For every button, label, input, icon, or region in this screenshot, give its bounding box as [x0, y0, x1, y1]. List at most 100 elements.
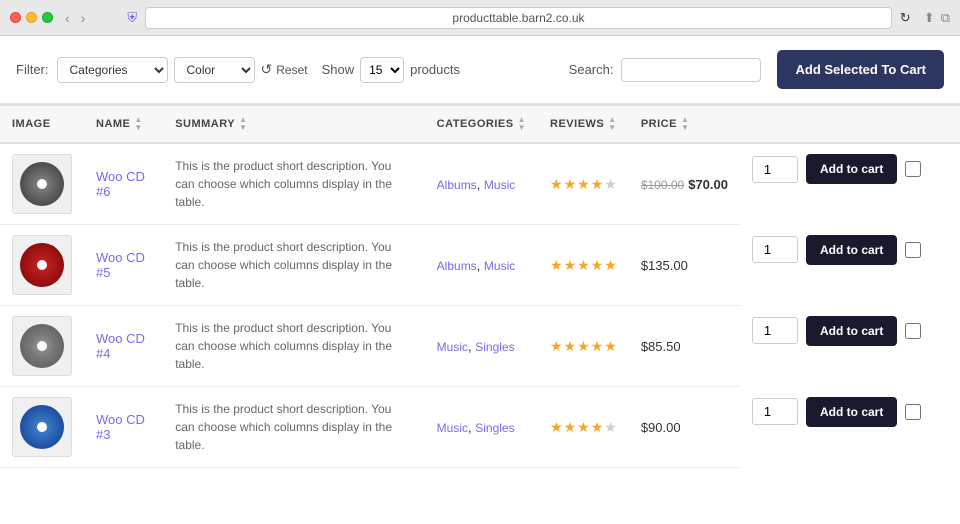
product-price: $135.00 [641, 258, 728, 273]
add-selected-to-cart-button[interactable]: Add Selected To Cart [777, 50, 944, 89]
star-filled: ★ [591, 419, 604, 436]
star-rating: ★★★★★ [550, 338, 617, 355]
category-link[interactable]: Singles [475, 340, 514, 354]
reset-button[interactable]: Reset [261, 61, 308, 78]
product-image-cell [0, 387, 84, 468]
star-filled: ★ [550, 419, 563, 436]
name-col-label: NAME ▲▼ [96, 116, 143, 132]
category-link[interactable]: Singles [475, 421, 514, 435]
add-to-cart-button[interactable]: Add to cart [806, 154, 897, 184]
product-name-link[interactable]: Woo CD #6 [96, 169, 145, 199]
address-bar[interactable]: producttable.barn2.co.uk [145, 7, 892, 29]
reload-icon[interactable]: ↻ [900, 10, 916, 26]
add-to-cart-button[interactable]: Add to cart [806, 397, 897, 427]
product-name-link[interactable]: Woo CD #3 [96, 412, 145, 442]
maximize-button[interactable] [42, 12, 53, 23]
row-select-checkbox[interactable] [905, 323, 921, 339]
product-image [12, 154, 72, 214]
product-price-cell: $100.00$70.00 [629, 143, 740, 225]
minimize-button[interactable] [26, 12, 37, 23]
product-categories-cell: Music, Singles [425, 306, 538, 387]
row-select-checkbox[interactable] [905, 161, 921, 177]
product-summary-cell: This is the product short description. Y… [163, 225, 424, 306]
star-filled: ★ [564, 338, 577, 355]
add-to-cart-button[interactable]: Add to cart [806, 235, 897, 265]
product-name-link[interactable]: Woo CD #5 [96, 250, 145, 280]
star-filled: ★ [564, 257, 577, 274]
category-link[interactable]: Albums [437, 259, 477, 273]
col-summary[interactable]: SUMMARY ▲▼ [163, 105, 424, 143]
product-summary-cell: This is the product short description. Y… [163, 143, 424, 225]
category-link[interactable]: Music [484, 259, 515, 273]
row-select-checkbox[interactable] [905, 404, 921, 420]
categories-filter-select[interactable]: Categories [57, 57, 168, 83]
products-label: products [410, 62, 460, 77]
table-body: Woo CD #6 This is the product short descr… [0, 143, 960, 468]
table-row: Woo CD #6 This is the product short descr… [0, 143, 960, 225]
col-price[interactable]: PRICE ▲▼ [629, 105, 740, 143]
price-sale: $70.00 [688, 177, 728, 192]
product-summary-cell: This is the product short description. Y… [163, 306, 424, 387]
star-filled: ★ [564, 419, 577, 436]
star-empty: ★ [604, 176, 617, 193]
col-action [740, 105, 960, 143]
name-sort-arrows: ▲▼ [134, 116, 142, 132]
product-actions-cell: Add to cart [740, 306, 960, 356]
cd-icon [20, 243, 64, 287]
product-image-cell [0, 306, 84, 387]
quantity-input[interactable] [752, 398, 798, 425]
search-input[interactable] [621, 58, 761, 82]
quantity-input[interactable] [752, 236, 798, 263]
product-name-cell: Woo CD #6 [84, 143, 163, 225]
close-button[interactable] [10, 12, 21, 23]
cd-icon [20, 162, 64, 206]
cd-icon [20, 324, 64, 368]
quantity-input[interactable] [752, 156, 798, 183]
star-filled: ★ [591, 338, 604, 355]
price-sort-arrows: ▲▼ [681, 116, 689, 132]
product-price: $100.00$70.00 [641, 177, 728, 192]
table-row: Woo CD #5 This is the product short descr… [0, 225, 960, 306]
product-summary: This is the product short description. Y… [175, 238, 412, 292]
share-icon[interactable]: ⬆ [924, 10, 935, 26]
star-filled: ★ [577, 176, 590, 193]
product-name-cell: Woo CD #5 [84, 225, 163, 306]
category-link[interactable]: Music [437, 340, 468, 354]
product-reviews-cell: ★★★★★ [538, 306, 629, 387]
add-to-cart-button[interactable]: Add to cart [806, 316, 897, 346]
forward-button[interactable]: › [77, 8, 90, 28]
page-content: Filter: Categories Color Reset Show 15 p… [0, 36, 960, 524]
product-image [12, 397, 72, 457]
product-price: $85.50 [641, 339, 728, 354]
category-link[interactable]: Music [484, 178, 515, 192]
summary-sort-arrows: ▲▼ [239, 116, 247, 132]
product-reviews-cell: ★★★★★ [538, 225, 629, 306]
col-name[interactable]: NAME ▲▼ [84, 105, 163, 143]
star-rating: ★★★★★ [550, 257, 617, 274]
star-filled: ★ [604, 257, 617, 274]
product-image [12, 235, 72, 295]
row-select-checkbox[interactable] [905, 242, 921, 258]
product-actions-cell: Add to cart [740, 387, 960, 437]
col-reviews[interactable]: REVIEWS ▲▼ [538, 105, 629, 143]
product-table: IMAGE NAME ▲▼ SUMMARY ▲▼ CATEGO [0, 104, 960, 468]
shield-icon: ⛨ [127, 10, 137, 26]
star-filled: ★ [577, 257, 590, 274]
quantity-input[interactable] [752, 317, 798, 344]
product-image-cell [0, 225, 84, 306]
color-filter-select[interactable]: Color [174, 57, 255, 83]
col-categories[interactable]: CATEGORIES ▲▼ [425, 105, 538, 143]
show-count-select[interactable]: 15 [360, 57, 404, 83]
price-col-label: PRICE ▲▼ [641, 116, 690, 132]
col-image: IMAGE [0, 105, 84, 143]
back-button[interactable]: ‹ [61, 8, 74, 28]
star-filled: ★ [550, 176, 563, 193]
product-summary: This is the product short description. Y… [175, 319, 412, 373]
fullscreen-icon[interactable]: ⧉ [941, 10, 950, 26]
category-link[interactable]: Albums [437, 178, 477, 192]
product-name-link[interactable]: Woo CD #4 [96, 331, 145, 361]
table-row: Woo CD #3This is the product short descr… [0, 387, 960, 468]
product-categories-cell: Albums, Music [425, 225, 538, 306]
category-link[interactable]: Music [437, 421, 468, 435]
categories-sort-arrows: ▲▼ [518, 116, 526, 132]
